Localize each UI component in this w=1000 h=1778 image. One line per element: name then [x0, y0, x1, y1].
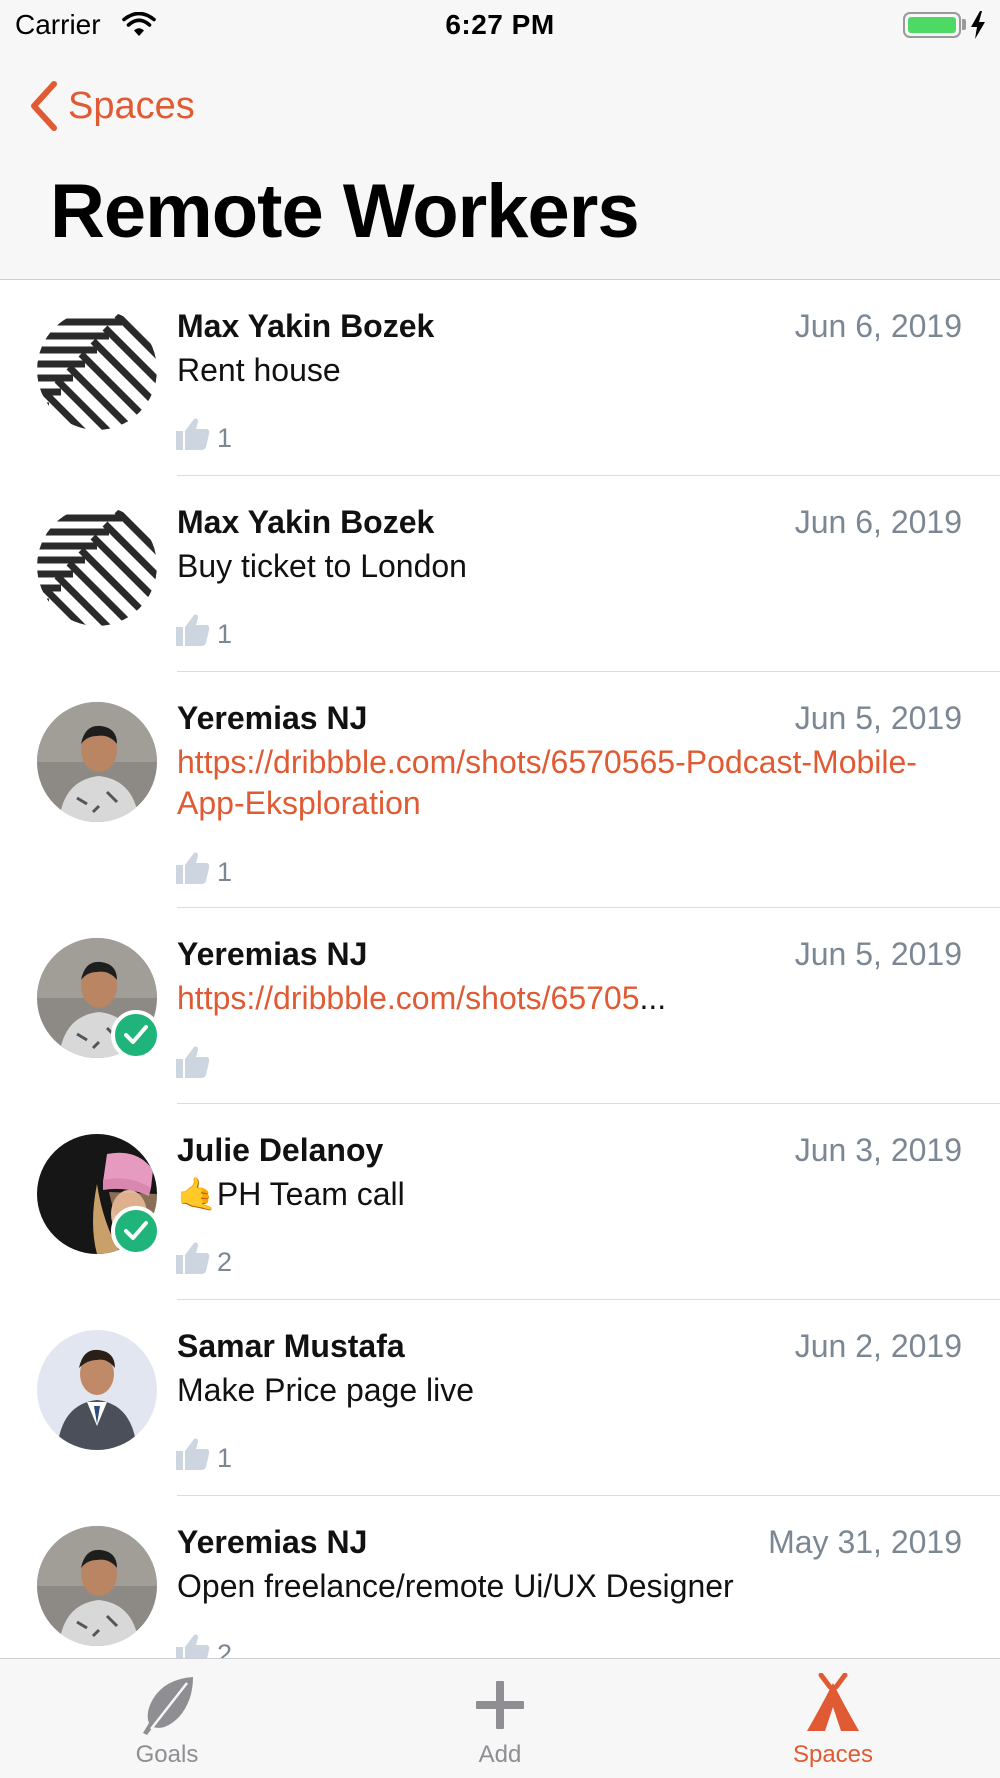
thumbs-up-icon: [176, 1046, 210, 1078]
message-text: Make Price page live: [177, 1372, 475, 1408]
tent-icon: [807, 1673, 859, 1731]
stripes-avatar[interactable]: [37, 506, 157, 626]
feed-row[interactable]: Yeremias NJ May 31, 2019 Open freelance/…: [0, 1496, 1000, 1658]
author-name: Julie Delanoy: [177, 1132, 384, 1168]
message-text: 🤙PH Team call: [177, 1176, 405, 1212]
feather-icon: [143, 1677, 193, 1735]
like-count: 1: [217, 857, 233, 887]
message-link[interactable]: https://dribbble.com/shots/6570565-Podca…: [177, 742, 937, 824]
feed-list[interactable]: Max Yakin Bozek Jun 6, 2019 Rent house 1: [0, 280, 1000, 1658]
nav-header: Spaces Remote Workers: [0, 50, 1000, 280]
post-date: Jun 2, 2019: [794, 1328, 962, 1364]
feed-row[interactable]: Samar Mustafa Jun 2, 2019 Make Price pag…: [0, 1300, 1000, 1496]
tab-goals[interactable]: Goals: [67, 1659, 267, 1778]
thumbs-up-icon: [176, 1438, 210, 1470]
check-badge-icon: [111, 1206, 161, 1256]
like-count: 1: [217, 619, 233, 649]
like-button[interactable]: 1: [175, 846, 232, 886]
feed-row[interactable]: Max Yakin Bozek Jun 6, 2019 Buy ticket t…: [0, 476, 1000, 672]
like-count: 1: [217, 423, 233, 453]
check-badge-icon: [111, 1010, 161, 1060]
back-button[interactable]: Spaces: [28, 78, 195, 134]
message-link[interactable]: https://dribbble.com/shots/65705...: [177, 978, 967, 1019]
like-button[interactable]: 1: [175, 608, 232, 648]
charging-bolt-icon: [971, 11, 985, 39]
author-name: Max Yakin Bozek: [177, 308, 435, 344]
page-title: Remote Workers: [50, 169, 640, 254]
feed-row[interactable]: Yeremias NJ Jun 5, 2019 https://dribbble…: [0, 672, 1000, 908]
tab-add[interactable]: Add: [400, 1659, 600, 1778]
photo-avatar[interactable]: [37, 1330, 157, 1450]
author-name: Yeremias NJ: [177, 700, 368, 736]
status-time: 6:27 PM: [445, 9, 555, 40]
feed-row[interactable]: Julie Delanoy Jun 3, 2019 🤙PH Team call …: [0, 1104, 1000, 1300]
like-button[interactable]: 2: [175, 1236, 232, 1276]
back-label: Spaces: [68, 84, 195, 127]
author-name: Yeremias NJ: [177, 936, 368, 972]
stripes-avatar[interactable]: [37, 310, 157, 430]
thumbs-up-icon: [176, 418, 210, 450]
author-name: Yeremias NJ: [177, 1524, 368, 1560]
author-name: Samar Mustafa: [177, 1328, 405, 1364]
status-bar: Carrier 6:27 PM: [0, 0, 1000, 50]
message-text: Open freelance/remote Ui/UX Designer: [177, 1568, 734, 1604]
thumbs-up-icon: [176, 1634, 210, 1658]
tab-label: Add: [478, 1741, 522, 1768]
message-text: Buy ticket to London: [177, 548, 467, 584]
post-date: Jun 6, 2019: [794, 308, 962, 344]
chevron-left-icon: [31, 81, 57, 131]
thumbs-up-icon: [176, 852, 210, 884]
feed-row[interactable]: Yeremias NJ Jun 5, 2019 https://dribbble…: [0, 908, 1000, 1104]
post-date: Jun 6, 2019: [794, 504, 962, 540]
photo-avatar[interactable]: [37, 1526, 157, 1646]
battery-icon: [903, 12, 961, 38]
plus-icon: [476, 1681, 524, 1729]
message-text: Rent house: [177, 352, 341, 388]
like-button[interactable]: 1: [175, 412, 232, 452]
tab-label: Goals: [135, 1741, 199, 1768]
like-count: 1: [217, 1443, 233, 1473]
post-date: Jun 3, 2019: [794, 1132, 962, 1168]
message-link-text: https://dribbble.com/shots/65705: [177, 980, 640, 1016]
post-date: May 31, 2019: [768, 1524, 962, 1560]
feed-row[interactable]: Max Yakin Bozek Jun 6, 2019 Rent house 1: [0, 280, 1000, 476]
tab-bar: Goals Add Spaces: [0, 1658, 1000, 1778]
like-count: 2: [217, 1639, 233, 1659]
truncation-ellipsis: ...: [639, 980, 667, 1016]
thumbs-up-icon: [176, 614, 210, 646]
like-button[interactable]: 2: [175, 1628, 232, 1658]
tab-spaces[interactable]: Spaces: [733, 1659, 933, 1778]
photo-avatar[interactable]: [37, 702, 157, 822]
author-name: Max Yakin Bozek: [177, 504, 435, 540]
post-date: Jun 5, 2019: [794, 700, 962, 736]
like-button[interactable]: 1: [175, 1432, 232, 1472]
like-count: 2: [217, 1247, 233, 1277]
like-button[interactable]: [175, 1040, 217, 1080]
post-date: Jun 5, 2019: [794, 936, 962, 972]
battery-cap: [962, 19, 966, 30]
thumbs-up-icon: [176, 1242, 210, 1274]
tab-label: Spaces: [792, 1741, 874, 1768]
